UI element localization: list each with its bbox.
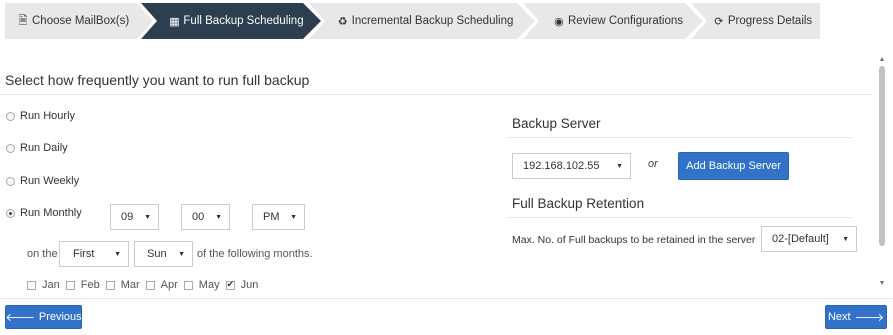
step-label: Incremental Backup Scheduling	[351, 15, 514, 27]
radio-label: Run Monthly	[20, 207, 82, 219]
next-label: Next	[827, 311, 851, 323]
month-label: Apr	[160, 279, 178, 291]
previous-label: Previous	[38, 311, 82, 323]
radio-button[interactable]	[6, 176, 15, 186]
radio-run-monthly[interactable]: Run Monthly	[6, 207, 82, 219]
divider	[0, 298, 893, 299]
month-mar[interactable]: Mar	[105, 279, 140, 291]
vertical-scrollbar[interactable]: ▲ ▼	[876, 55, 888, 289]
arrow-left-icon: 🡐	[5, 312, 35, 324]
step-review-configurations[interactable]: ◉ Review Configurations	[523, 3, 703, 39]
month-label: Mar	[120, 279, 140, 291]
checkbox[interactable]	[105, 280, 115, 290]
radio-label: Run Weekly	[20, 175, 80, 187]
or-label: or	[648, 158, 658, 170]
document-icon: 🗎	[18, 14, 28, 27]
chevron-down-icon: ▼	[215, 214, 222, 221]
month-label: Feb	[80, 279, 100, 291]
chevron-down-icon: ▼	[290, 214, 297, 221]
minute-select[interactable]: 00 ▼	[181, 204, 230, 230]
radio-run-daily[interactable]: Run Daily	[6, 142, 68, 154]
chevron-down-icon: ▼	[114, 251, 121, 258]
add-backup-server-button[interactable]: Add Backup Server	[678, 152, 789, 180]
recycle-icon: ♻	[337, 15, 348, 28]
chevron-down-icon: ▼	[842, 236, 849, 243]
ampm-select[interactable]: PM ▼	[252, 204, 305, 230]
following-months-label: of the following months.	[197, 248, 313, 260]
retention-count-select[interactable]: 02-[Default] ▼	[761, 226, 857, 252]
retention-label: Max. No. of Full backups to be retained …	[512, 234, 756, 246]
step-progress-details[interactable]: ⟳ Progress Details	[691, 3, 820, 39]
checkbox[interactable]	[145, 280, 155, 290]
weekday-select[interactable]: Sun ▼	[134, 241, 193, 267]
step-choose-mailboxes[interactable]: 🗎 Choose MailBox(s)	[5, 3, 153, 39]
previous-button[interactable]: 🡐 Previous	[5, 305, 82, 329]
backup-server-title: Backup Server	[512, 116, 601, 131]
scroll-down-arrow-icon[interactable]: ▼	[876, 279, 888, 289]
backup-server-select[interactable]: 192.168.102.55 ▼	[512, 153, 631, 179]
month-may[interactable]: May	[183, 279, 220, 291]
radio-run-hourly[interactable]: Run Hourly	[6, 110, 75, 122]
radio-run-weekly[interactable]: Run Weekly	[6, 175, 79, 187]
scroll-thumb[interactable]	[879, 66, 885, 246]
full-backup-retention-title: Full Backup Retention	[512, 196, 645, 211]
checkbox[interactable]	[27, 280, 36, 290]
ampm-value: PM	[263, 211, 280, 223]
step-label: Choose MailBox(s)	[32, 15, 130, 27]
chevron-down-icon: ▼	[144, 214, 151, 221]
weekday-value: Sun	[147, 248, 167, 260]
month-label: May	[198, 279, 220, 291]
arrow-right-icon: 🡒	[854, 312, 885, 324]
divider	[507, 137, 852, 138]
month-jan[interactable]: Jan	[27, 279, 60, 291]
next-button[interactable]: Next 🡒	[825, 305, 887, 329]
radio-label: Run Hourly	[20, 110, 76, 122]
divider	[0, 94, 872, 95]
week-ordinal-select[interactable]: First ▼	[59, 241, 129, 267]
hour-value: 09	[121, 211, 134, 223]
month-label: Jun	[240, 279, 259, 291]
minute-value: 00	[192, 211, 205, 223]
checkbox[interactable]	[183, 280, 193, 290]
step-label: Full Backup Scheduling	[183, 15, 304, 27]
checkbox-checked[interactable]	[225, 279, 235, 290]
step-incremental-backup-scheduling[interactable]: ♻ Incremental Backup Scheduling	[309, 3, 535, 39]
step-full-backup-scheduling[interactable]: ▦ Full Backup Scheduling	[141, 3, 321, 39]
divider	[507, 217, 852, 218]
eye-icon: ◉	[554, 15, 564, 28]
chevron-down-icon: ▼	[616, 163, 623, 170]
radio-button[interactable]	[6, 111, 15, 121]
radio-button[interactable]	[6, 143, 15, 153]
month-apr[interactable]: Apr	[145, 279, 178, 291]
month-checkboxes: Jan Feb Mar Apr May Jun	[27, 279, 264, 291]
step-label: Review Configurations	[567, 15, 684, 27]
month-label: Jan	[42, 279, 60, 291]
month-feb[interactable]: Feb	[65, 279, 100, 291]
calendar-icon: ▦	[169, 15, 180, 28]
wizard-steps: 🗎 Choose MailBox(s) ▦ Full Backup Schedu…	[5, 3, 820, 39]
chevron-down-icon: ▼	[178, 251, 185, 258]
page-heading: Select how frequently you want to run fu…	[5, 72, 310, 88]
scroll-up-arrow-icon[interactable]: ▲	[876, 55, 888, 65]
radio-button-selected[interactable]	[6, 208, 15, 218]
backup-server-value: 192.168.102.55	[523, 160, 600, 172]
week-ordinal-value: First	[73, 248, 95, 260]
retention-value: 02-[Default]	[772, 233, 829, 245]
hour-select[interactable]: 09 ▼	[110, 204, 159, 230]
on-the-label: on the	[27, 248, 58, 260]
checkbox[interactable]	[65, 280, 75, 290]
step-label: Progress Details	[727, 15, 813, 27]
refresh-icon: ⟳	[714, 15, 724, 28]
radio-label: Run Daily	[20, 142, 68, 154]
month-jun[interactable]: Jun	[225, 279, 259, 291]
